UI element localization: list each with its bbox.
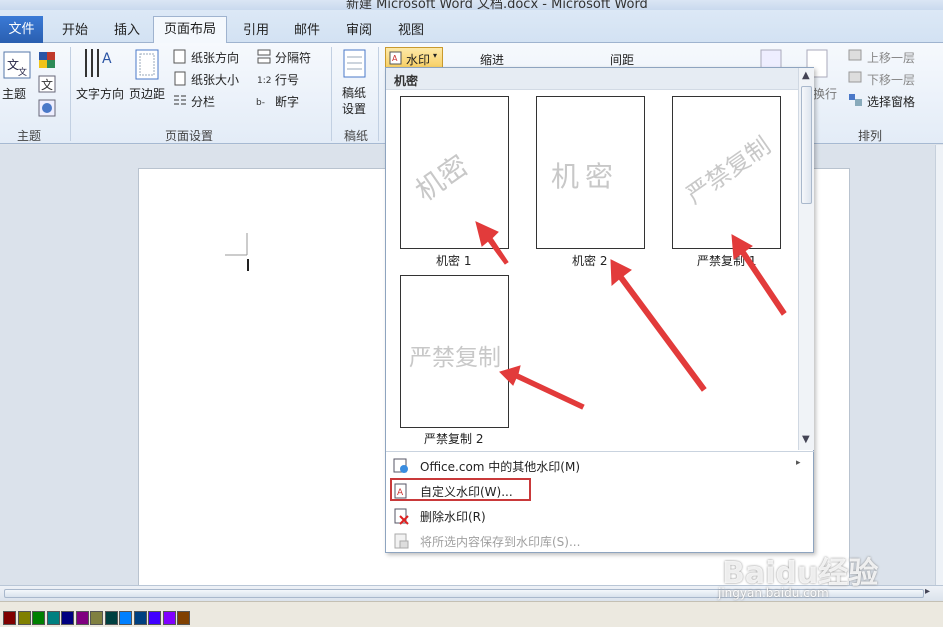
arrow-icon [731, 234, 787, 316]
arrow-icon [499, 365, 585, 410]
baidu-jingyan-url: jingyan.baidu.com [718, 586, 829, 600]
arrow-icon [475, 221, 509, 265]
annotation-arrows [475, 221, 787, 410]
arrow-icon [610, 259, 707, 392]
